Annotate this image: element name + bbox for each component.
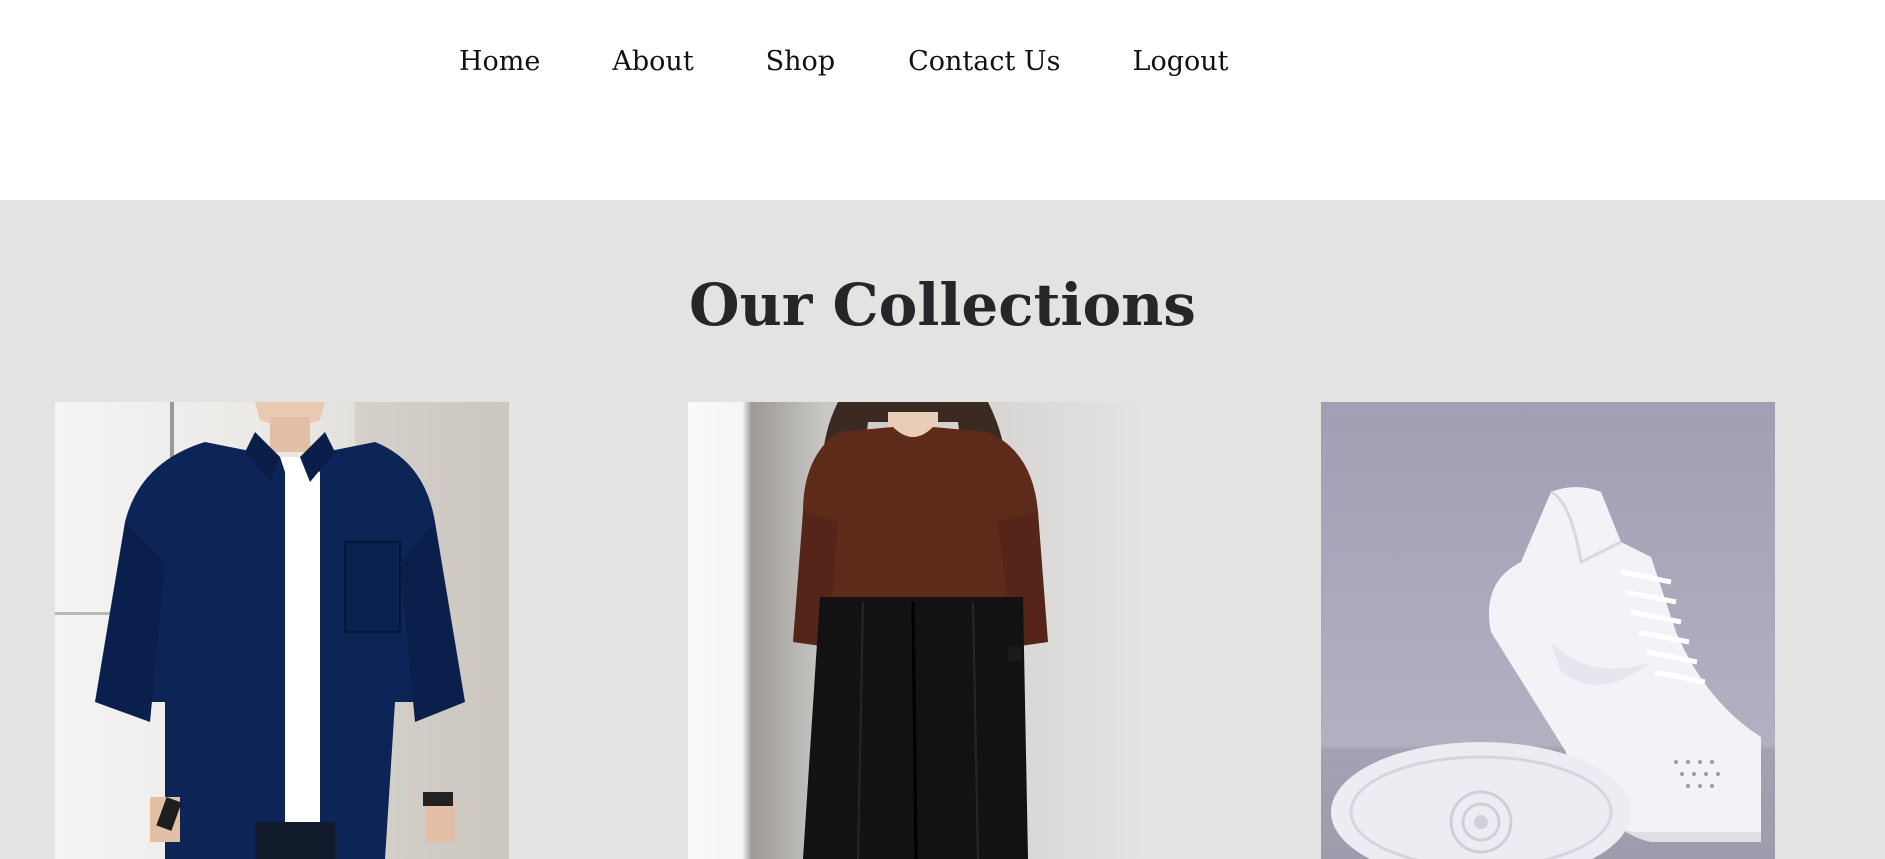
product-card-shirt[interactable]: [55, 402, 509, 859]
white-sneakers-image: [1321, 402, 1775, 859]
product-card-top[interactable]: [688, 402, 1142, 859]
nav-logout-link[interactable]: Logout: [1133, 42, 1229, 82]
site-header: Home About Shop Contact Us Logout: [0, 0, 1885, 200]
nav-about-link[interactable]: About: [612, 42, 693, 82]
man-navy-shirt-image: [55, 402, 509, 859]
nav-contact-link[interactable]: Contact Us: [908, 42, 1060, 82]
nav-shop-link[interactable]: Shop: [766, 42, 835, 82]
collections-section: Our Collections: [0, 200, 1885, 859]
woman-outfit-image: [688, 402, 1142, 859]
product-card-sneakers[interactable]: [1321, 402, 1775, 859]
nav-home-link[interactable]: Home: [459, 42, 540, 82]
main-nav: Home About Shop Contact Us Logout: [459, 42, 1229, 82]
collections-title: Our Collections: [689, 271, 1196, 339]
